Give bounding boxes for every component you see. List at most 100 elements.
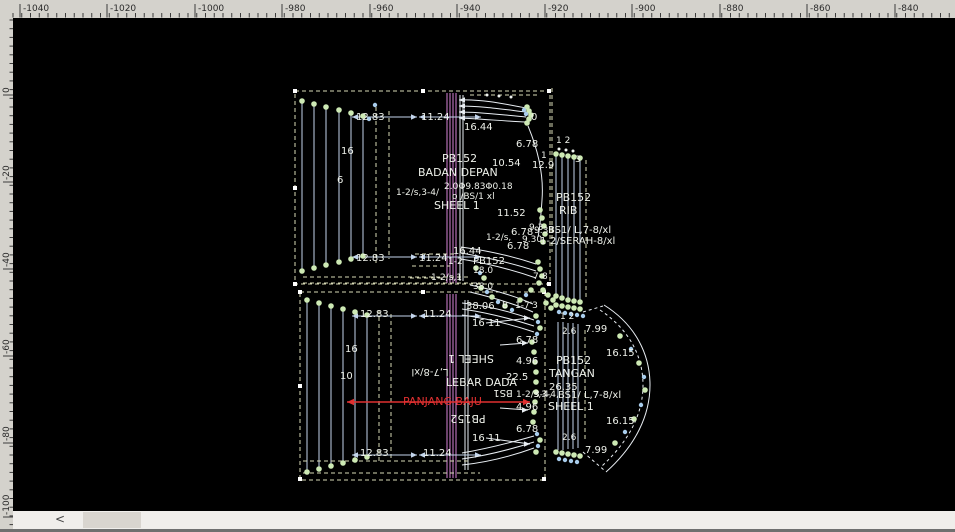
pattern-node[interactable] bbox=[311, 101, 317, 107]
pattern-node[interactable] bbox=[328, 303, 334, 309]
drawing-canvas[interactable]: 12.8311.2416616.44PB152BADAN DEPAN1-2/s,… bbox=[13, 18, 955, 510]
pattern-node[interactable] bbox=[572, 150, 575, 153]
pattern-node[interactable] bbox=[575, 313, 579, 317]
pattern-node[interactable] bbox=[537, 437, 543, 443]
pattern-node[interactable] bbox=[533, 449, 539, 455]
pattern-node[interactable] bbox=[642, 387, 648, 393]
pattern-node[interactable] bbox=[323, 104, 329, 110]
pattern-node[interactable] bbox=[316, 466, 322, 472]
horizontal-scrollbar[interactable]: < bbox=[13, 511, 955, 529]
pattern-node[interactable] bbox=[352, 309, 358, 315]
pattern-node[interactable] bbox=[336, 107, 342, 113]
pattern-node[interactable] bbox=[612, 440, 618, 446]
pattern-node[interactable] bbox=[571, 452, 577, 458]
pattern-node[interactable] bbox=[548, 305, 554, 311]
pattern-node[interactable] bbox=[299, 98, 305, 104]
pattern-node[interactable] bbox=[553, 449, 559, 455]
pattern-node[interactable] bbox=[510, 308, 514, 312]
pattern-node[interactable] bbox=[553, 302, 559, 308]
pattern-node[interactable] bbox=[348, 256, 354, 262]
pattern-node[interactable] bbox=[540, 287, 546, 293]
pattern-node[interactable] bbox=[348, 110, 354, 116]
svg-text:-860: -860 bbox=[810, 4, 831, 14]
pattern-node[interactable] bbox=[565, 153, 571, 159]
pattern-node[interactable] bbox=[557, 457, 561, 461]
pattern-node[interactable] bbox=[537, 325, 543, 331]
pattern-node[interactable] bbox=[636, 360, 642, 366]
pattern-label: 1-2/s,3-4/ bbox=[396, 188, 440, 198]
scroll-left-arrow-icon[interactable]: < bbox=[55, 512, 65, 526]
pattern-node[interactable] bbox=[299, 268, 305, 274]
pattern-label: 7-8 bbox=[533, 272, 548, 282]
pattern-node[interactable] bbox=[581, 314, 585, 318]
pattern-node[interactable] bbox=[575, 460, 579, 464]
pattern-label: 1-2 bbox=[448, 257, 463, 267]
pattern-node[interactable] bbox=[642, 375, 646, 379]
pattern-node[interactable] bbox=[550, 297, 556, 303]
pattern-node[interactable] bbox=[481, 275, 487, 281]
pattern-node[interactable] bbox=[565, 149, 568, 152]
pattern-node[interactable] bbox=[543, 300, 549, 306]
pattern-label: 1-2/s,1 bbox=[431, 273, 462, 283]
pattern-node[interactable] bbox=[537, 266, 543, 272]
pattern-node[interactable] bbox=[311, 265, 317, 271]
pattern-node[interactable] bbox=[524, 112, 528, 116]
pattern-node[interactable] bbox=[510, 96, 513, 99]
pattern-node[interactable] bbox=[539, 215, 545, 221]
pattern-node[interactable] bbox=[304, 469, 310, 475]
pattern-label: 9.3 bbox=[529, 223, 543, 233]
pattern-node[interactable] bbox=[571, 298, 577, 304]
pattern-node[interactable] bbox=[559, 303, 565, 309]
pattern-node[interactable] bbox=[496, 300, 500, 304]
scrollbar-thumb[interactable] bbox=[83, 512, 141, 528]
pattern-node[interactable] bbox=[340, 460, 346, 466]
pattern-node[interactable] bbox=[536, 320, 540, 324]
pattern-corner-markers bbox=[293, 89, 551, 481]
pattern-node[interactable] bbox=[563, 458, 567, 462]
pattern-node[interactable] bbox=[569, 459, 573, 463]
pattern-node[interactable] bbox=[571, 305, 577, 311]
pattern-node[interactable] bbox=[373, 103, 377, 107]
pattern-cad-window: -1040-1020-1000-980-960-940-920-900-880-… bbox=[0, 0, 955, 532]
pattern-node[interactable] bbox=[577, 453, 583, 459]
pattern-node[interactable] bbox=[323, 262, 329, 268]
pattern-node[interactable] bbox=[558, 148, 561, 151]
pattern-node[interactable] bbox=[340, 306, 346, 312]
pattern-node[interactable] bbox=[565, 297, 571, 303]
pattern-node[interactable] bbox=[559, 152, 565, 158]
pattern-node[interactable] bbox=[537, 207, 543, 213]
pattern-node[interactable] bbox=[533, 369, 539, 375]
pattern-node[interactable] bbox=[336, 259, 342, 265]
pattern-node[interactable] bbox=[577, 299, 583, 305]
pattern-node[interactable] bbox=[498, 95, 501, 98]
pattern-node[interactable] bbox=[545, 292, 551, 298]
pattern-node[interactable] bbox=[524, 120, 530, 126]
pattern-label: 7.99 bbox=[585, 445, 607, 456]
pattern-node[interactable] bbox=[559, 450, 565, 456]
pattern-node[interactable] bbox=[352, 457, 358, 463]
pattern-label: 10 bbox=[340, 371, 353, 382]
pattern-node[interactable] bbox=[565, 451, 571, 457]
pattern-node[interactable] bbox=[316, 300, 322, 306]
pattern-node[interactable] bbox=[617, 333, 623, 339]
pattern-node[interactable] bbox=[535, 259, 541, 265]
pattern-node[interactable] bbox=[486, 94, 489, 97]
pattern-node[interactable] bbox=[304, 297, 310, 303]
pattern-label: 16 11 bbox=[472, 318, 501, 329]
pattern-node[interactable] bbox=[489, 294, 495, 300]
pattern-node[interactable] bbox=[533, 313, 539, 319]
pattern-node[interactable] bbox=[531, 349, 537, 355]
pattern-node[interactable] bbox=[565, 304, 571, 310]
pattern-node[interactable] bbox=[328, 463, 334, 469]
pattern-node[interactable] bbox=[559, 295, 565, 301]
pattern-node[interactable] bbox=[623, 430, 627, 434]
pattern-node[interactable] bbox=[553, 151, 559, 157]
pattern-node[interactable] bbox=[577, 306, 583, 312]
pattern-node[interactable] bbox=[524, 293, 528, 297]
pattern-node[interactable] bbox=[536, 444, 540, 448]
pattern-node[interactable] bbox=[528, 287, 534, 293]
pattern-label: BS1/ L,7-8/xl bbox=[548, 225, 611, 236]
pattern-node[interactable] bbox=[522, 108, 526, 112]
pattern-node[interactable] bbox=[533, 379, 539, 385]
pattern-node[interactable] bbox=[639, 403, 643, 407]
